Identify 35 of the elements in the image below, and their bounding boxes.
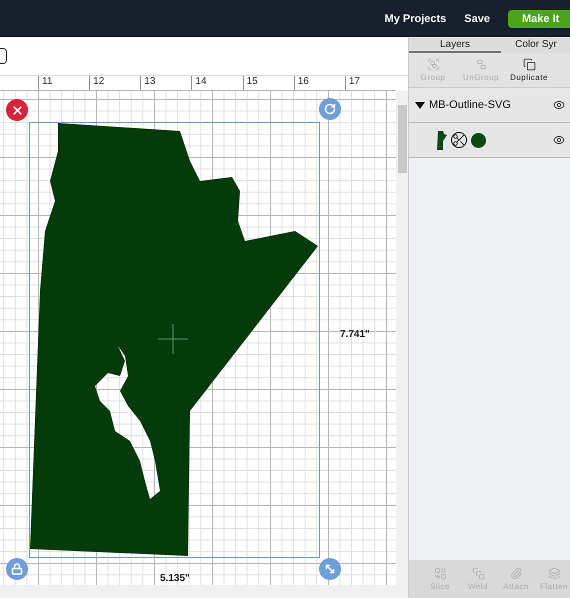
layers-icon <box>548 567 560 580</box>
ruler-number: 17 <box>344 76 396 90</box>
layer-color-dot[interactable] <box>471 132 486 148</box>
ruler-number: 14 <box>191 76 243 90</box>
resize-icon[interactable] <box>319 558 341 580</box>
header-link[interactable]: My Projects <box>384 12 446 24</box>
rotate-icon[interactable] <box>319 98 341 120</box>
horizontal-scrollbar[interactable] <box>0 585 408 598</box>
vertical-scrollbar[interactable] <box>396 91 408 585</box>
panel-tab[interactable]: Color Syr <box>501 37 570 53</box>
squares-icon <box>434 567 446 580</box>
map-thumbnail-icon <box>437 130 447 150</box>
ruler-number: 15 <box>242 76 294 90</box>
stacked-squares-icon <box>472 567 484 580</box>
ruler-number: 16 <box>294 76 345 90</box>
make-it-button[interactable]: Make It <box>508 10 570 28</box>
ruler-number: 13 <box>140 76 192 90</box>
ruler-number: 12 <box>89 76 140 90</box>
ruler-number: 11 <box>38 76 90 90</box>
header-link[interactable]: Save <box>464 12 490 24</box>
toolbar-button[interactable]: Duplicate <box>505 53 553 87</box>
scissors-icon <box>451 132 467 148</box>
group-icon <box>426 58 440 71</box>
height-dimension: 7.741" <box>340 329 370 340</box>
eye-icon[interactable] <box>553 99 565 111</box>
expanded-triangle-icon[interactable] <box>415 102 425 108</box>
spinner-control[interactable] <box>0 48 7 64</box>
lock-icon[interactable] <box>6 558 28 580</box>
width-dimension: 5.135" <box>160 573 190 584</box>
crosshair-icon <box>158 324 188 354</box>
ungroup-icon <box>474 58 488 71</box>
close-icon[interactable] <box>6 99 28 121</box>
eye-icon[interactable] <box>553 134 565 146</box>
paperclip-icon <box>510 567 522 580</box>
copy-icon <box>522 58 536 71</box>
